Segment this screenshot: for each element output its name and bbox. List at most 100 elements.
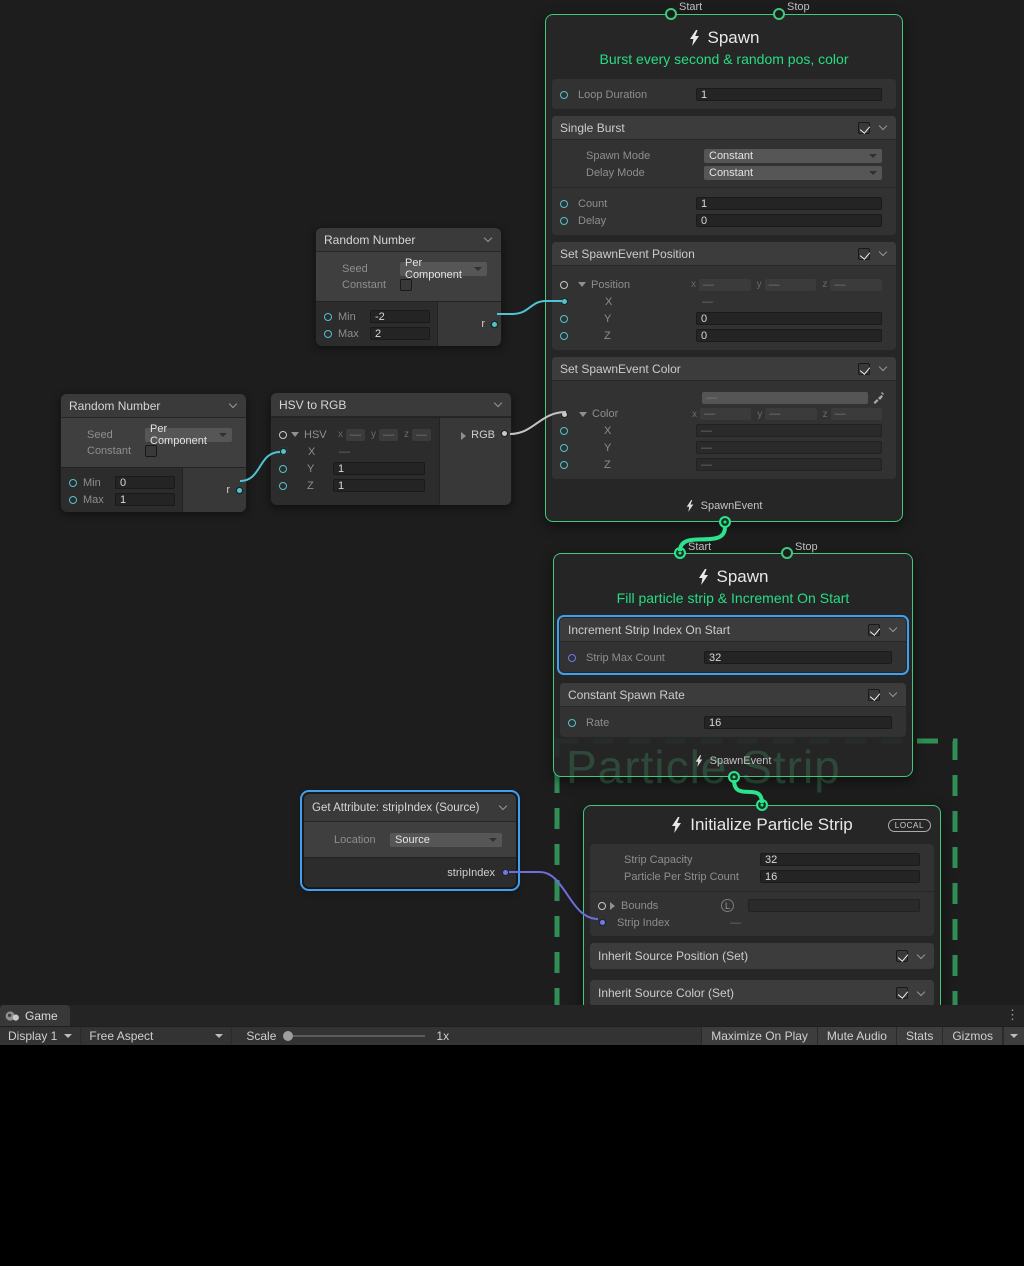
particle-per-strip-field[interactable]: 16 xyxy=(760,870,920,883)
stats-button[interactable]: Stats xyxy=(896,1027,942,1046)
color-port[interactable] xyxy=(560,410,569,419)
hsv-to-rgb-node[interactable]: HSV to RGB HSV x— y— z— X — Y 1 xyxy=(270,392,512,505)
min-field[interactable]: -2 xyxy=(370,310,430,323)
kebab-menu-icon[interactable]: ⋮ xyxy=(1006,1007,1019,1023)
chevron-down-icon[interactable] xyxy=(879,248,887,256)
scale-slider[interactable] xyxy=(287,1035,425,1037)
max-field[interactable]: 2 xyxy=(370,327,430,340)
vfx-graph-canvas[interactable]: Start Stop Spawn Burst every second & ra… xyxy=(0,0,1024,1005)
block-init-settings[interactable]: Strip Capacity 32 Particle Per Strip Cou… xyxy=(590,844,934,936)
loop-duration-field[interactable]: 1 xyxy=(696,88,882,101)
single-burst-enabled-checkbox[interactable] xyxy=(858,122,870,134)
display-dropdown[interactable]: Display 1 xyxy=(0,1027,80,1046)
constant-checkbox[interactable] xyxy=(145,445,157,457)
seed-dropdown[interactable]: Per Component xyxy=(400,262,487,276)
max-port[interactable] xyxy=(69,496,77,504)
hsv-z-mini[interactable]: — xyxy=(412,429,431,441)
spawn-context-burst[interactable]: Start Stop Spawn Burst every second & ra… xyxy=(545,14,903,522)
random-number-node-1[interactable]: Random Number Seed Per Component Constan… xyxy=(315,227,502,345)
color-x-port[interactable] xyxy=(560,427,568,435)
set-position-enabled-checkbox[interactable] xyxy=(858,248,870,260)
max-field[interactable]: 1 xyxy=(115,493,175,506)
constant-checkbox[interactable] xyxy=(400,279,412,291)
color-z-mini[interactable]: — xyxy=(831,408,882,420)
min-field[interactable]: 0 xyxy=(115,476,175,489)
chevron-down-icon[interactable] xyxy=(879,122,887,130)
strip-max-count-field[interactable]: 32 xyxy=(704,651,892,664)
color-z-port[interactable] xyxy=(560,461,568,469)
expander-icon[interactable] xyxy=(461,432,466,440)
color-y-mini[interactable]: — xyxy=(765,408,816,420)
spawn-mode-dropdown[interactable]: Constant xyxy=(704,149,882,163)
chevron-down-icon[interactable] xyxy=(889,689,897,697)
expander-icon[interactable] xyxy=(291,432,299,437)
position-x-mini[interactable]: — xyxy=(699,279,751,291)
color-y-port[interactable] xyxy=(560,444,568,452)
aspect-dropdown[interactable]: Free Aspect xyxy=(80,1027,232,1046)
gizmos-dropdown-arrow[interactable] xyxy=(1003,1027,1024,1046)
tab-game[interactable]: Game xyxy=(0,1005,70,1026)
context-title[interactable]: Spawn xyxy=(546,25,902,51)
position-z-port[interactable] xyxy=(560,332,568,340)
hsv-y-field[interactable]: 1 xyxy=(333,462,425,475)
flow-port-start[interactable] xyxy=(674,547,686,559)
stripindex-output-port[interactable] xyxy=(501,868,510,877)
rate-field[interactable]: 16 xyxy=(704,716,892,729)
hsv-x-port[interactable] xyxy=(279,447,288,456)
inherit-color-checkbox[interactable] xyxy=(896,987,908,999)
strip-capacity-field[interactable]: 32 xyxy=(760,853,920,866)
hsv-x-mini[interactable]: — xyxy=(346,429,365,441)
block-inherit-source-position[interactable]: Inherit Source Position (Set) xyxy=(590,943,934,969)
hsv-z-port[interactable] xyxy=(279,482,287,490)
chevron-down-icon[interactable] xyxy=(917,987,925,995)
position-z-mini[interactable]: — xyxy=(830,279,882,291)
scale-slider-handle[interactable] xyxy=(283,1031,293,1041)
flow-port-stop[interactable] xyxy=(781,547,793,559)
rate-enabled-checkbox[interactable] xyxy=(868,689,880,701)
expander-icon[interactable] xyxy=(578,282,586,287)
color-swatch[interactable]: — xyxy=(702,392,868,404)
eyedropper-icon[interactable] xyxy=(872,392,884,404)
context-title[interactable]: Initialize Particle Strip xyxy=(584,812,940,838)
get-attribute-node[interactable]: Get Attribute: stripIndex (Source) Locat… xyxy=(303,793,517,888)
delay-mode-dropdown[interactable]: Constant xyxy=(704,166,882,180)
hsv-y-port[interactable] xyxy=(279,465,287,473)
mute-audio-button[interactable]: Mute Audio xyxy=(817,1027,896,1046)
block-inherit-source-color[interactable]: Inherit Source Color (Set) xyxy=(590,980,934,1005)
color-x-mini[interactable]: — xyxy=(700,408,751,420)
expander-icon[interactable] xyxy=(610,902,615,910)
inherit-position-checkbox[interactable] xyxy=(896,950,908,962)
spawn-context-strip[interactable]: Start Stop Spawn Fill particle strip & I… xyxy=(553,553,913,777)
flow-port-start[interactable] xyxy=(665,8,677,20)
increment-enabled-checkbox[interactable] xyxy=(868,624,880,636)
rgb-output-port[interactable] xyxy=(500,429,509,438)
flow-port-stop[interactable] xyxy=(773,8,785,20)
chevron-down-icon[interactable] xyxy=(484,234,492,242)
rate-port[interactable] xyxy=(568,719,576,727)
position-y-mini[interactable]: — xyxy=(765,279,817,291)
position-z-field[interactable]: 0 xyxy=(696,329,882,342)
position-x-port[interactable] xyxy=(560,297,569,306)
block-set-spawnevent-color[interactable]: Set SpawnEvent Color — Color x— y— xyxy=(552,357,896,479)
chevron-down-icon[interactable] xyxy=(917,950,925,958)
random-output-port[interactable] xyxy=(235,486,244,495)
delay-field[interactable]: 0 xyxy=(696,214,882,227)
position-y-field[interactable]: 0 xyxy=(696,312,882,325)
location-dropdown[interactable]: Source xyxy=(390,833,502,847)
initialize-particle-strip-context[interactable]: Initialize Particle Strip LOCAL Strip Ca… xyxy=(583,805,941,1005)
strip-index-port[interactable] xyxy=(598,918,607,927)
max-port[interactable] xyxy=(324,330,332,338)
gizmos-button[interactable]: Gizmos xyxy=(942,1027,1003,1046)
min-port[interactable] xyxy=(324,313,332,321)
context-title[interactable]: Spawn xyxy=(554,564,912,590)
chevron-down-icon[interactable] xyxy=(494,399,502,407)
block-single-burst[interactable]: Single Burst Spawn Mode Constant Delay M… xyxy=(552,116,896,235)
loop-duration-port[interactable] xyxy=(560,91,568,99)
expander-icon[interactable] xyxy=(579,412,587,417)
chevron-down-icon[interactable] xyxy=(879,363,887,371)
chevron-down-icon[interactable] xyxy=(229,400,237,408)
flow-port-in[interactable] xyxy=(756,799,768,811)
local-space-icon[interactable]: L xyxy=(721,899,734,912)
random-output-port[interactable] xyxy=(490,320,499,329)
bounds-port[interactable] xyxy=(598,902,606,910)
